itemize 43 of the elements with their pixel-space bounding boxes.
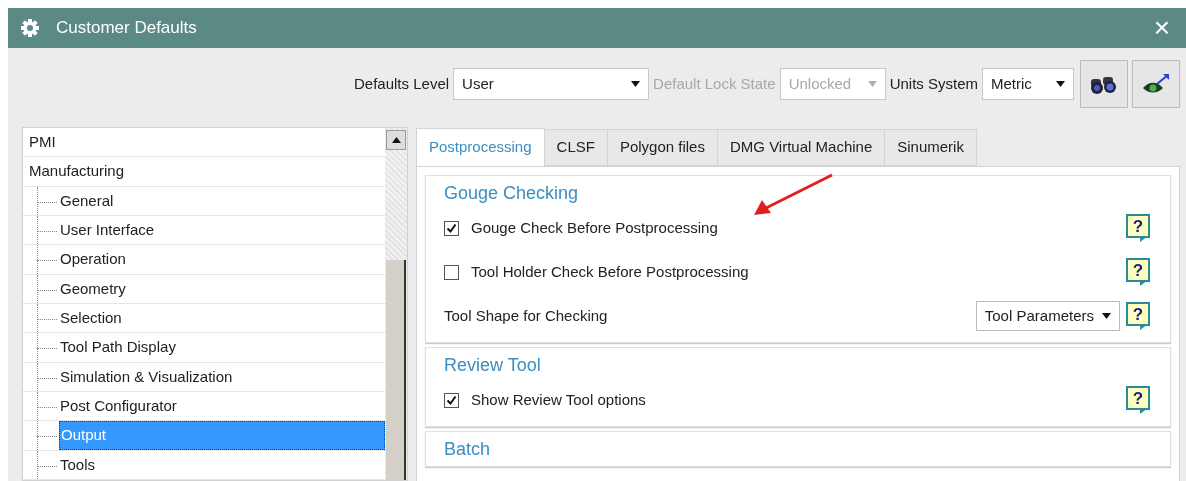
checkbox[interactable] (444, 220, 459, 236)
scroll-up-icon (391, 137, 401, 143)
section-title: Gouge Checking (444, 182, 579, 205)
tab[interactable]: DMG Virtual Machine (717, 129, 886, 166)
caret-icon (1056, 81, 1065, 87)
tab[interactable]: Polygon files (607, 129, 718, 166)
field-label: Tool Shape for Checking (444, 305, 608, 326)
dropdown[interactable]: Tool Parameters (975, 301, 1120, 331)
tab[interactable]: Postprocessing (416, 128, 545, 167)
checkbox[interactable] (444, 264, 459, 280)
tree-item[interactable]: Tools (59, 450, 385, 479)
checkbox-label: Show Review Tool options (471, 389, 646, 410)
tree-item[interactable]: Manufacturing (23, 157, 385, 186)
field-label: Default Lock State (653, 73, 776, 94)
tree-item[interactable]: Post Configurator (59, 391, 385, 421)
scrollbar-thumb[interactable] (386, 260, 406, 480)
checkbox[interactable] (444, 392, 459, 408)
tree-item[interactable]: Simulation & Visualization (59, 362, 385, 391)
checkbox-label: Gouge Check Before Postprocessing (471, 217, 718, 238)
view-button[interactable] (1132, 60, 1180, 108)
tree-item[interactable]: General (59, 186, 385, 215)
field-label: Units System (889, 73, 978, 94)
tree-item[interactable]: User Interface (59, 216, 385, 245)
field-label: Defaults Level (354, 73, 450, 94)
tree-item[interactable]: PMI (23, 128, 385, 157)
dropdown[interactable]: User (453, 68, 650, 100)
gear-icon (20, 18, 40, 38)
close-button[interactable]: × (1149, 14, 1174, 42)
section-title: Review Tool (444, 354, 541, 377)
section-title: Batch (444, 438, 491, 461)
tree-item[interactable]: Operation (59, 245, 385, 274)
find-button[interactable] (1080, 60, 1128, 108)
tree-item[interactable]: Tool Path Display (59, 333, 385, 362)
caret-icon (631, 81, 641, 87)
tree-item[interactable]: Geometry (59, 274, 385, 303)
caret-icon (1102, 313, 1111, 319)
tab[interactable]: CLSF (544, 129, 608, 166)
checkbox-label: Tool Holder Check Before Postprocessing (471, 261, 749, 282)
tree-item[interactable]: Selection (59, 303, 385, 333)
tab[interactable]: Sinumerik (885, 129, 977, 166)
dropdown[interactable]: Metric (982, 68, 1074, 100)
window-title: Customer Defaults (56, 17, 197, 40)
caret-icon (867, 81, 877, 87)
